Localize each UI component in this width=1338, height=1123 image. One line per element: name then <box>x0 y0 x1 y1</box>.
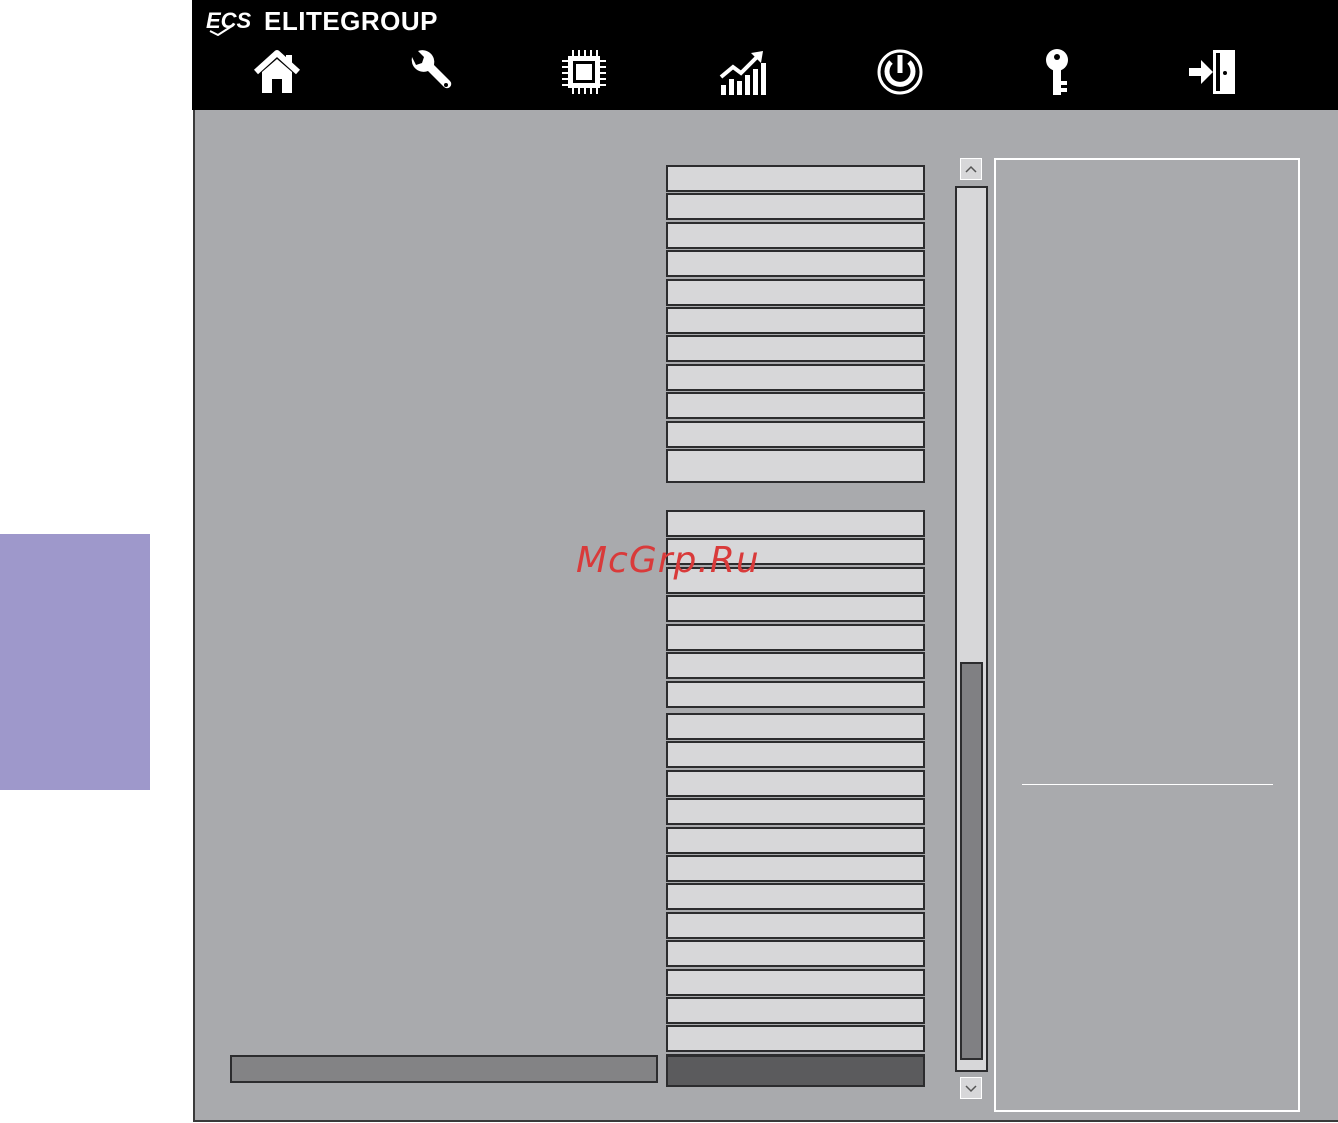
option-field[interactable] <box>666 278 925 306</box>
option-field[interactable] <box>666 769 925 797</box>
help-panel <box>994 158 1300 1112</box>
option-field[interactable] <box>666 968 925 996</box>
option-field[interactable] <box>666 510 925 537</box>
power-icon[interactable] <box>873 46 927 98</box>
option-field[interactable] <box>666 193 925 221</box>
settings-panel <box>193 110 1338 1122</box>
exit-door-icon[interactable] <box>1185 46 1239 98</box>
option-field[interactable] <box>666 392 925 420</box>
scroll-down-button[interactable] <box>960 1077 982 1099</box>
scrollbar-thumb[interactable] <box>960 662 983 1060</box>
option-field[interactable] <box>666 307 925 334</box>
option-field[interactable] <box>666 1025 925 1053</box>
chevron-up-icon <box>965 165 977 173</box>
option-field[interactable] <box>666 911 925 939</box>
option-field[interactable] <box>666 681 925 708</box>
key-icon[interactable] <box>1030 46 1084 98</box>
option-field[interactable] <box>666 221 925 249</box>
option-field[interactable] <box>666 798 925 826</box>
chip-icon[interactable] <box>557 46 611 98</box>
option-field[interactable] <box>666 449 925 483</box>
watermark-text: McGrp.Ru <box>576 540 760 581</box>
scrollbar-track[interactable] <box>955 186 988 1072</box>
wrench-icon[interactable] <box>402 46 456 98</box>
option-field[interactable] <box>666 741 925 769</box>
option-field[interactable] <box>666 335 925 363</box>
option-field[interactable] <box>666 623 925 651</box>
option-field[interactable] <box>666 855 925 882</box>
option-field[interactable] <box>666 883 925 911</box>
top-navigation-bar: ECS ELITEGROUP <box>192 0 1338 110</box>
chevron-down-icon <box>965 1085 977 1093</box>
brand-logo: ECS ELITEGROUP <box>206 6 438 36</box>
brand-name: ELITEGROUP <box>264 5 439 36</box>
ecs-logo-icon: ECS <box>206 8 252 36</box>
option-field[interactable] <box>666 250 925 278</box>
option-field[interactable] <box>666 997 925 1024</box>
option-field[interactable] <box>666 165 925 192</box>
option-field[interactable] <box>666 826 925 854</box>
option-field[interactable] <box>666 652 925 679</box>
option-field[interactable] <box>666 940 925 968</box>
option-field-selected[interactable] <box>666 1055 925 1087</box>
scroll-up-button[interactable] <box>960 158 982 180</box>
option-field[interactable] <box>666 595 925 623</box>
status-bar <box>230 1055 658 1083</box>
performance-chart-icon[interactable] <box>715 46 769 98</box>
side-section-tab <box>0 534 150 790</box>
help-divider <box>1022 784 1273 785</box>
bios-window: ECS ELITEGROUP <box>192 0 1338 1123</box>
option-field[interactable] <box>666 363 925 391</box>
option-field[interactable] <box>666 420 925 448</box>
home-icon[interactable] <box>250 46 304 98</box>
option-field[interactable] <box>666 713 925 740</box>
